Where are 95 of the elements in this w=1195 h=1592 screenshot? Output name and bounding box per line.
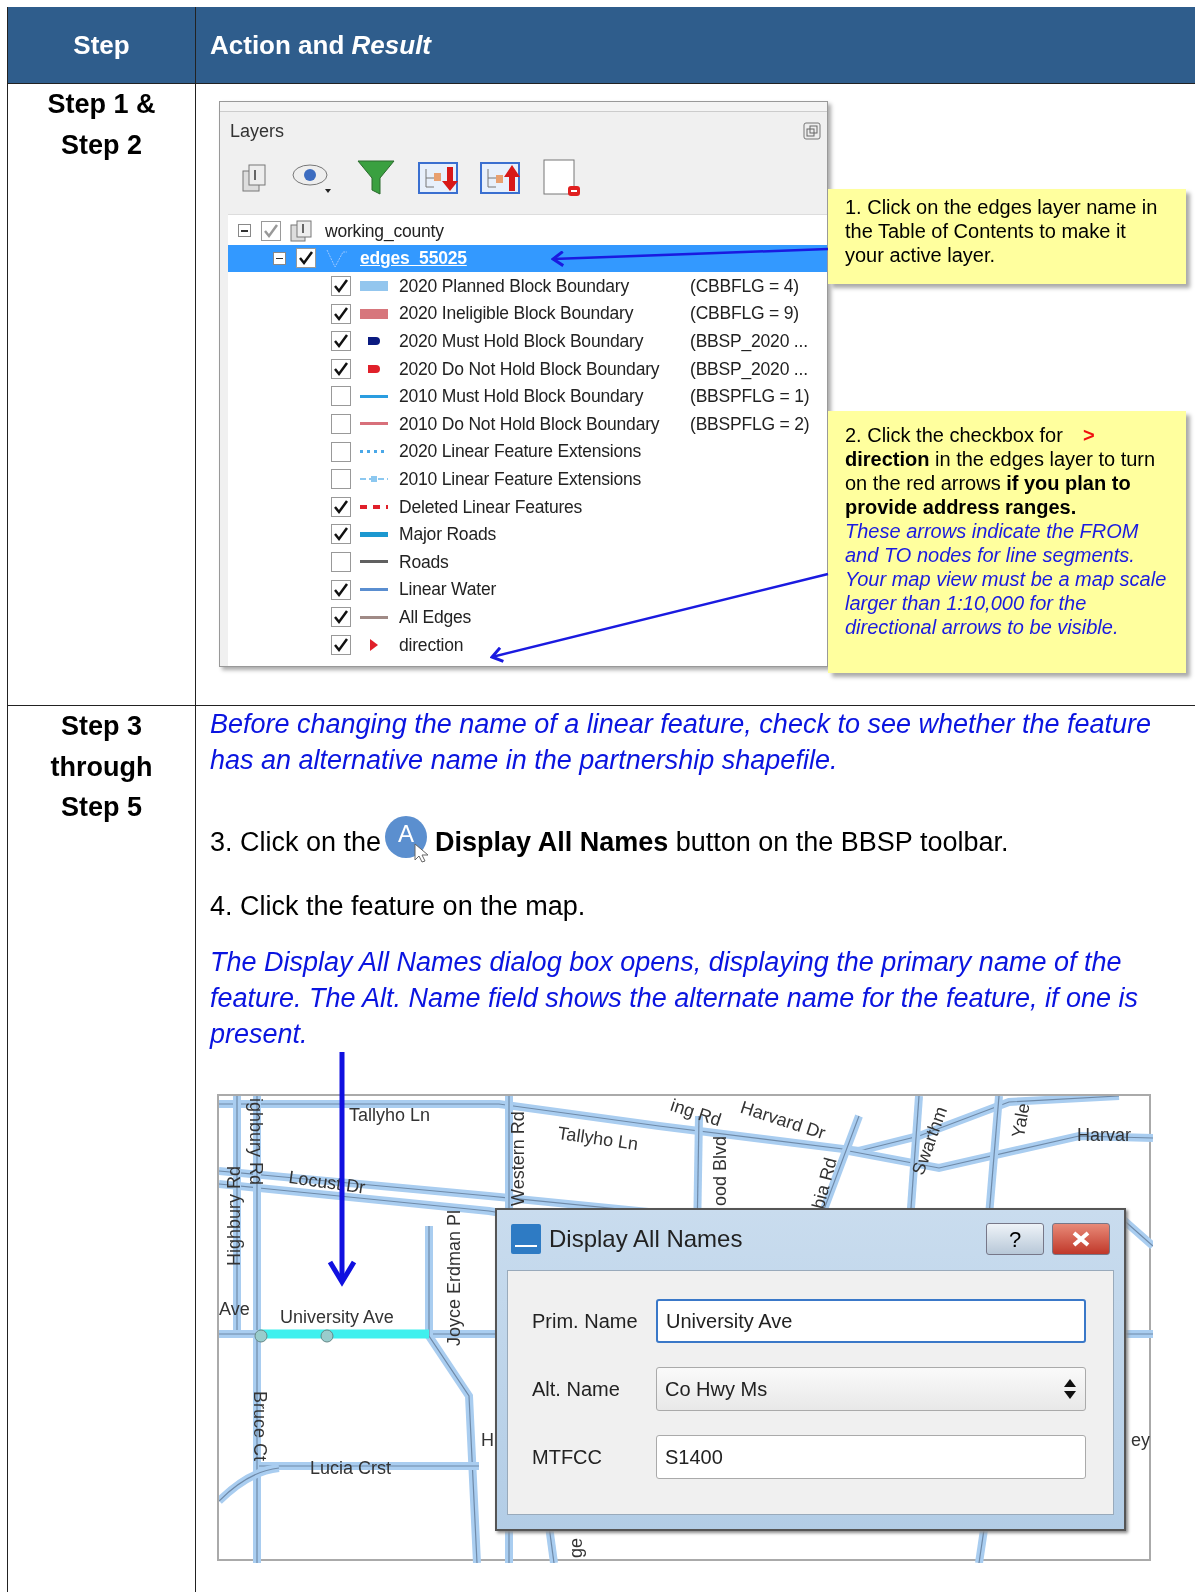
step-label: through <box>50 750 153 784</box>
checkbox[interactable] <box>331 303 351 324</box>
app-icon <box>511 1224 541 1254</box>
step-label: Step 5 <box>61 791 142 824</box>
field-label: MTFCC <box>532 1445 603 1470</box>
help-button[interactable]: ? <box>986 1223 1044 1255</box>
layer-name[interactable]: 2010 Do Not Hold Block Boundary <box>399 410 660 438</box>
layer-filter: (BBSPFLG = 1) <box>690 385 810 409</box>
checkbox[interactable] <box>331 441 351 462</box>
checkbox[interactable] <box>331 469 351 490</box>
street-label: Joyce Erdman Pl <box>445 1209 463 1346</box>
remove-layer-icon[interactable] <box>542 158 582 198</box>
street-label: Tallyho Ln <box>556 1124 640 1154</box>
street-label: H <box>481 1431 494 1449</box>
layer-name[interactable]: Roads <box>399 548 449 576</box>
italic-note: Before changing the name of a linear feature, check to see whether the feature has an alternative name in the partnership shapefile. <box>210 708 1153 777</box>
street-label: University Ave <box>280 1308 394 1326</box>
street-label: ighbury Rd <box>247 1098 265 1186</box>
callout-text: 2. Click the checkbox for <box>845 423 1063 447</box>
layer-name[interactable]: 2010 Must Hold Block Boundary <box>399 383 644 410</box>
checkbox[interactable] <box>331 607 351 628</box>
text-field[interactable]: S1400 <box>656 1435 1086 1479</box>
street-label: Lucia Crst <box>310 1459 392 1477</box>
layer-filter: (CBBFLG = 9) <box>690 302 799 326</box>
street-label: bia Rd <box>809 1155 840 1211</box>
dialog-title: Display All Names <box>549 1224 743 1254</box>
checkbox[interactable] <box>331 331 351 352</box>
instruction-text: 4. Click the feature on the map. <box>210 890 587 923</box>
layer-filter: (BBSPFLG = 2) <box>690 412 810 436</box>
street-label: ing Rd <box>668 1096 724 1130</box>
collapse-all-icon[interactable] <box>480 161 520 195</box>
layer-name[interactable]: 2020 Linear Feature Extensions <box>399 438 642 465</box>
callout-text: 1. Click on the edges layer name in the Table of Contents to make it your active layer. <box>845 195 1159 267</box>
layer-name[interactable]: 2020 Ineligible Block Boundary <box>399 300 634 327</box>
callout-note: These arrows indicate the FROM and TO nodes for line segments. Your map view must be a map scale larger than 1:10,000 for the directional arrows to be visible. <box>845 519 1168 639</box>
layer-filter: (CBBFLG = 4) <box>690 274 799 298</box>
instruction-text: 3. Click on the <box>210 826 382 859</box>
layer-name[interactable]: Deleted Linear Features <box>399 493 583 520</box>
layer-name[interactable]: Major Roads <box>399 521 496 548</box>
checkbox[interactable] <box>331 579 351 600</box>
panel-title: Layers <box>230 119 285 143</box>
layer-filter: (BBSP_2020 ... <box>690 330 808 354</box>
step-label: Step 1 & <box>47 88 156 121</box>
street-label: Bruce Ct <box>251 1391 269 1462</box>
close-button[interactable] <box>1052 1223 1110 1255</box>
field-label: Prim. Name <box>532 1309 639 1334</box>
text-field[interactable]: University Ave <box>656 1299 1086 1343</box>
layer-name[interactable]: All Edges <box>399 604 472 631</box>
checkbox[interactable] <box>331 386 351 407</box>
checkbox[interactable] <box>331 496 351 517</box>
selected-road-segment[interactable] <box>254 1329 429 1343</box>
filter-icon[interactable] <box>356 158 396 198</box>
layer-name[interactable]: Linear Water <box>399 576 497 603</box>
spin-box[interactable]: Co Hwy Ms <box>656 1367 1086 1411</box>
street-label: Locust Dr <box>287 1168 367 1197</box>
italic-note: The Display All Names dialog box opens, displaying the primary name of the feature. The Alt. Name field shows the alternate name for the feature, if one is present. <box>210 946 1139 1051</box>
layer-name[interactable]: 2020 Planned Block Boundary <box>399 272 630 300</box>
street-label: Harvar <box>1077 1126 1131 1144</box>
expand-all-icon[interactable] <box>418 161 458 195</box>
layer-name[interactable]: 2020 Do Not Hold Block Boundary <box>399 355 660 382</box>
layer-name[interactable]: direction <box>399 631 464 658</box>
street-label: Tallyho Ln <box>349 1106 431 1124</box>
callout-text: direction in the edges layer to turn on the red arrows if you plan to provide address ranges. <box>845 447 1157 519</box>
layer-name[interactable]: 2020 Must Hold Block Boundary <box>399 328 644 355</box>
checkbox[interactable] <box>261 220 281 241</box>
street-label: Highbury Rd <box>225 1165 243 1266</box>
chevron-glyph: > <box>1082 423 1095 447</box>
checkbox[interactable] <box>331 358 351 379</box>
instruction-text: Display All Names button on the BBSP toolbar. <box>435 826 1009 859</box>
column-header: Action and Result <box>210 28 432 62</box>
checkbox[interactable] <box>331 276 351 296</box>
street-label: Western Rd <box>509 1111 527 1206</box>
layer-name[interactable]: working_county <box>325 217 444 244</box>
float-panel-icon[interactable] <box>803 122 821 140</box>
checkbox[interactable] <box>331 634 351 655</box>
street-label: ood Blvd <box>711 1135 729 1206</box>
spin-arrows-icon[interactable] <box>1063 1378 1077 1400</box>
close-icon <box>1071 1231 1091 1247</box>
street-label: Yale <box>1009 1101 1033 1140</box>
line-layer-icon <box>324 247 350 270</box>
step-label: Step 3 <box>61 710 142 743</box>
layers-icon <box>289 218 315 243</box>
step-label: Step 2 <box>61 128 142 162</box>
layer-name[interactable]: 2010 Linear Feature Extensions <box>399 466 642 493</box>
street-label: ey <box>1131 1431 1150 1449</box>
street-label: ge <box>567 1537 585 1558</box>
checkbox[interactable] <box>331 413 351 434</box>
checkbox[interactable] <box>331 524 351 545</box>
collapse-toggle[interactable] <box>273 251 286 265</box>
layer-filter: (BBSP_2020 ... <box>690 357 808 382</box>
collapse-toggle[interactable] <box>238 224 251 238</box>
field-label: Alt. Name <box>532 1377 621 1402</box>
checkbox[interactable] <box>296 248 316 269</box>
column-header: Step <box>73 28 130 62</box>
checkbox[interactable] <box>331 551 351 572</box>
